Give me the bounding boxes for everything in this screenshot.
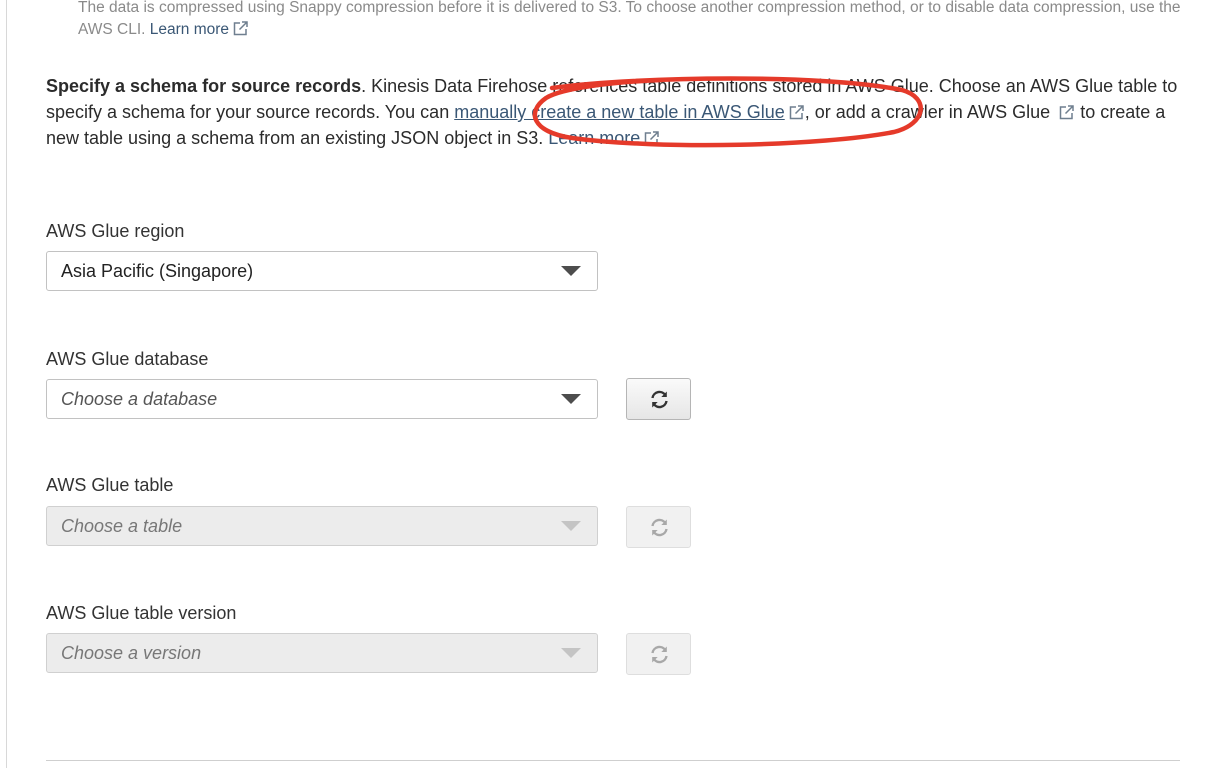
manual-create-table-link[interactable]: manually create a new table in AWS Glue [454, 102, 805, 122]
caret-down-icon [561, 394, 581, 405]
refresh-icon [649, 389, 670, 410]
glue-database-select[interactable]: Choose a database [46, 379, 598, 419]
refresh-version-button[interactable] [626, 633, 691, 675]
schema-text-2: , or add a crawler in AWS Glue [804, 102, 1051, 122]
glue-database-label: AWS Glue database [46, 349, 209, 369]
glue-version-placeholder: Choose a version [61, 643, 202, 663]
schema-heading: Specify a schema for source records [46, 76, 362, 96]
glue-version-label: AWS Glue table version [46, 603, 237, 623]
caret-down-icon [561, 648, 581, 659]
left-border [6, 0, 7, 768]
caret-down-icon [561, 266, 581, 277]
add-crawler-link[interactable] [1055, 102, 1075, 122]
caret-down-icon [561, 521, 581, 532]
refresh-icon [649, 517, 670, 538]
refresh-table-button[interactable] [626, 506, 691, 548]
external-link-icon [788, 104, 805, 121]
section-divider [46, 760, 1180, 761]
external-link-icon [643, 130, 660, 147]
glue-database-placeholder: Choose a database [61, 389, 218, 409]
glue-region-label: AWS Glue region [46, 221, 185, 241]
refresh-icon [649, 644, 670, 665]
external-link-icon [1058, 104, 1075, 121]
glue-table-placeholder: Choose a table [61, 516, 183, 536]
compression-note: The data is compressed using Snappy comp… [78, 0, 1188, 41]
glue-version-select[interactable]: Choose a version [46, 633, 598, 673]
glue-table-select[interactable]: Choose a table [46, 506, 598, 546]
schema-learn-more-link[interactable]: Learn more [548, 128, 660, 148]
glue-region-value: Asia Pacific (Singapore) [61, 261, 254, 281]
refresh-database-button[interactable] [626, 378, 691, 420]
external-link-icon [232, 20, 249, 37]
compression-learn-more-link[interactable]: Learn more [150, 21, 249, 38]
glue-table-label: AWS Glue table [46, 475, 174, 495]
glue-region-select[interactable]: Asia Pacific (Singapore) [46, 251, 598, 291]
schema-description: Specify a schema for source records. Kin… [46, 73, 1186, 151]
